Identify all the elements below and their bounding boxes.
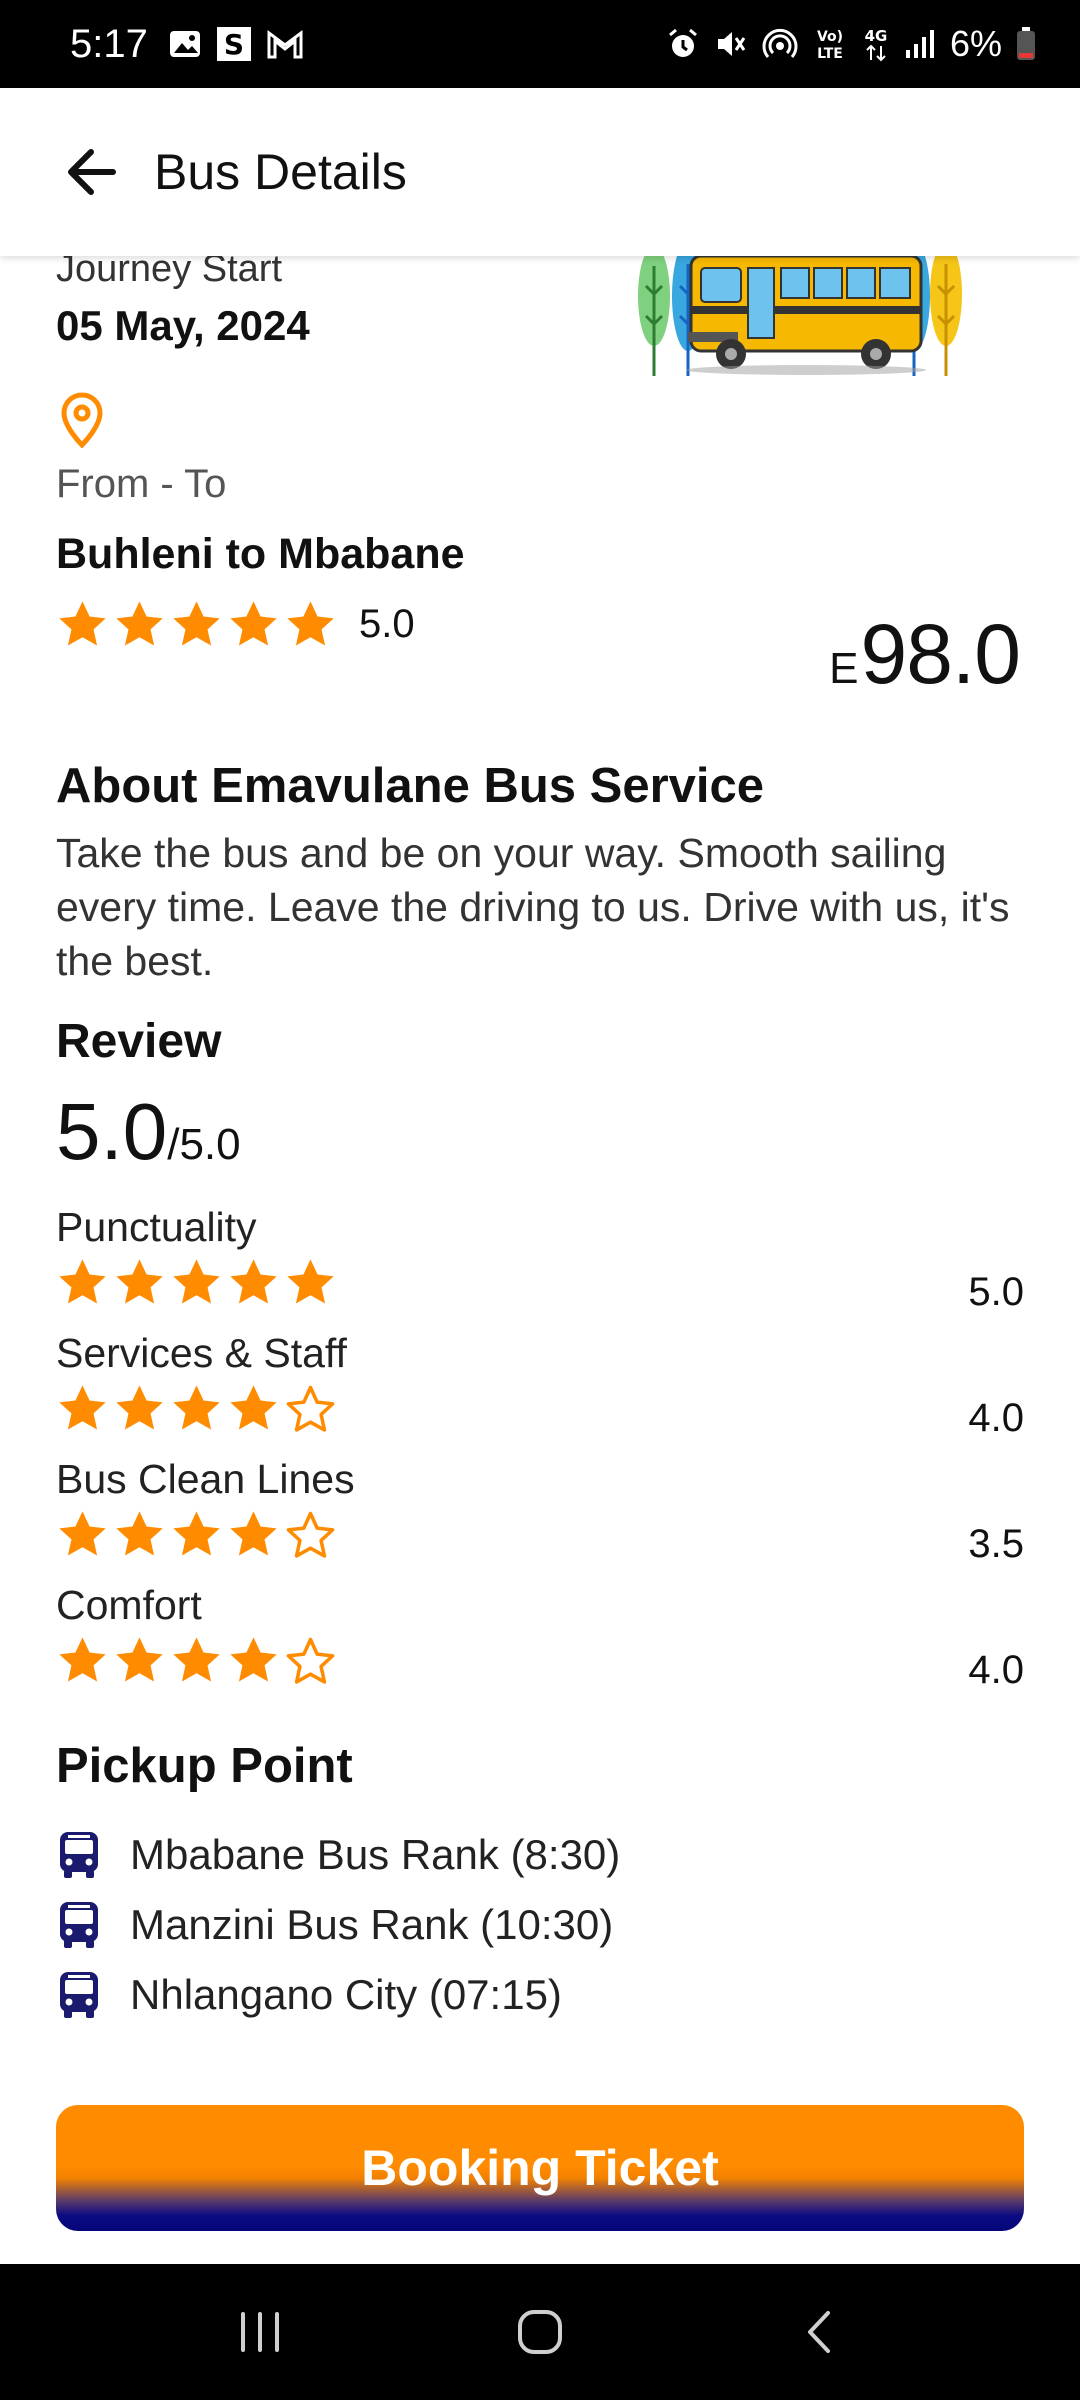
status-bar: 5:17 S Vo) LTE 4G 6% bbox=[0, 0, 1080, 88]
review-category-value: 3.5 bbox=[968, 1522, 1024, 1566]
star-filled-icon bbox=[59, 1637, 106, 1682]
review-category-stars bbox=[56, 1634, 337, 1687]
bus-icon bbox=[60, 1832, 98, 1878]
pickup-item: Mbabane Bus Rank (8:30) bbox=[56, 1830, 620, 1880]
pickup-item: Manzini Bus Rank (10:30) bbox=[56, 1900, 613, 1950]
price-amount: 98.0 bbox=[860, 607, 1021, 701]
star-filled-icon bbox=[173, 1385, 220, 1430]
journey-start-label: Journey Start bbox=[56, 256, 282, 290]
recents-icon bbox=[241, 2312, 279, 2352]
home-icon bbox=[518, 2310, 562, 2354]
star-filled-icon bbox=[116, 1511, 163, 1556]
review-category-label: Bus Clean Lines bbox=[56, 1456, 355, 1502]
pickup-item-label: Nhlangano City (07:15) bbox=[130, 1971, 562, 2018]
recent-apps-button[interactable] bbox=[200, 2282, 320, 2382]
svg-text:Vo): Vo) bbox=[817, 29, 843, 45]
booking-ticket-button[interactable]: Booking Ticket bbox=[56, 2105, 1024, 2231]
review-category-stars bbox=[56, 1256, 337, 1309]
chevron-left-icon bbox=[808, 2311, 830, 2353]
svg-text:S: S bbox=[224, 28, 244, 61]
page-title: Bus Details bbox=[154, 144, 407, 200]
details-scroll-area[interactable]: Journey Start 05 May, 2024 From - To Buh… bbox=[0, 256, 1080, 2076]
journey-date: 05 May, 2024 bbox=[56, 302, 310, 349]
overall-rating-max: /5.0 bbox=[167, 1120, 241, 1169]
review-category-value: 4.0 bbox=[968, 1396, 1024, 1440]
pickup-item: Nhlangano City (07:15) bbox=[56, 1970, 562, 2020]
star-filled-icon bbox=[59, 1259, 106, 1304]
system-nav-bar bbox=[0, 2264, 1080, 2400]
signal-icon bbox=[904, 28, 936, 60]
star-filled-icon bbox=[287, 1259, 334, 1304]
star-outline-icon bbox=[286, 1385, 335, 1432]
from-to-label: From - To bbox=[56, 462, 227, 506]
status-time: 5:17 bbox=[70, 21, 148, 66]
arrow-left-icon bbox=[68, 149, 116, 195]
review-category-stars bbox=[56, 1508, 337, 1561]
review-category-value: 4.0 bbox=[968, 1648, 1024, 1692]
back-button[interactable] bbox=[36, 117, 146, 227]
location-pin-icon bbox=[61, 392, 103, 448]
overall-rating: 5.0 /5.0 bbox=[56, 1086, 241, 1178]
review-category-label: Comfort bbox=[56, 1582, 202, 1628]
pickup-point-title: Pickup Point bbox=[56, 1739, 353, 1793]
star-filled-icon bbox=[116, 1637, 163, 1682]
route-rating: 5.0 bbox=[56, 598, 415, 651]
star-outline-icon bbox=[286, 1637, 335, 1684]
gmail-icon bbox=[266, 28, 304, 60]
volte-icon: Vo) LTE bbox=[812, 26, 848, 62]
about-title: About Emavulane Bus Service bbox=[56, 759, 765, 813]
overall-rating-value: 5.0 bbox=[56, 1087, 168, 1176]
bus-icon bbox=[60, 1902, 98, 1948]
ticket-price: E 98.0 bbox=[829, 606, 1021, 703]
star-filled-icon bbox=[116, 1259, 163, 1304]
review-category-value: 5.0 bbox=[968, 1270, 1024, 1314]
star-filled-icon bbox=[59, 1385, 106, 1430]
star-filled-icon bbox=[59, 601, 106, 646]
star-filled-icon bbox=[230, 1511, 277, 1556]
star-filled-icon bbox=[230, 601, 277, 646]
pickup-item-label: Manzini Bus Rank (10:30) bbox=[130, 1901, 614, 1948]
route-name: Buhleni to Mbabane bbox=[56, 530, 465, 578]
about-description: Take the bus and be on your way. Smooth … bbox=[56, 830, 1010, 984]
star-filled-icon bbox=[116, 601, 163, 646]
svg-text:LTE: LTE bbox=[817, 46, 843, 62]
gallery-icon bbox=[168, 27, 202, 61]
hotspot-icon bbox=[762, 26, 798, 62]
battery-icon bbox=[1016, 27, 1036, 61]
star-filled-icon bbox=[173, 1511, 220, 1556]
s-app-icon: S bbox=[216, 26, 252, 62]
status-bar-right: Vo) LTE 4G 6% bbox=[666, 23, 1036, 65]
pickup-item-label: Mbabane Bus Rank (8:30) bbox=[130, 1831, 621, 1878]
status-bar-left: 5:17 S bbox=[70, 22, 304, 67]
star-outline-icon bbox=[286, 1511, 335, 1558]
battery-percent: 6% bbox=[949, 23, 1002, 64]
star-filled-icon bbox=[287, 601, 334, 646]
route-rating-value: 5.0 bbox=[359, 602, 415, 646]
bus-icon bbox=[60, 1972, 98, 2018]
school-bus-illustration bbox=[638, 256, 962, 376]
star-filled-icon bbox=[173, 1637, 220, 1682]
review-category-label: Punctuality bbox=[56, 1204, 257, 1250]
alarm-icon bbox=[666, 27, 700, 61]
price-currency: E bbox=[829, 644, 859, 693]
star-filled-icon bbox=[173, 1259, 220, 1304]
star-filled-icon bbox=[116, 1385, 163, 1430]
star-filled-icon bbox=[230, 1259, 277, 1304]
star-filled-icon bbox=[230, 1637, 277, 1682]
review-title: Review bbox=[56, 1015, 222, 1068]
star-filled-icon bbox=[230, 1385, 277, 1430]
mute-icon bbox=[714, 27, 748, 61]
star-filled-icon bbox=[173, 601, 220, 646]
star-filled-icon bbox=[59, 1511, 106, 1556]
review-category-stars bbox=[56, 1382, 337, 1435]
review-category-label: Services & Staff bbox=[56, 1330, 347, 1376]
svg-text:4G: 4G bbox=[865, 27, 888, 45]
app-bar: Bus Details bbox=[0, 88, 1080, 256]
system-back-button[interactable] bbox=[760, 2282, 880, 2382]
home-button[interactable] bbox=[480, 2282, 600, 2382]
4g-icon: 4G bbox=[862, 26, 890, 62]
